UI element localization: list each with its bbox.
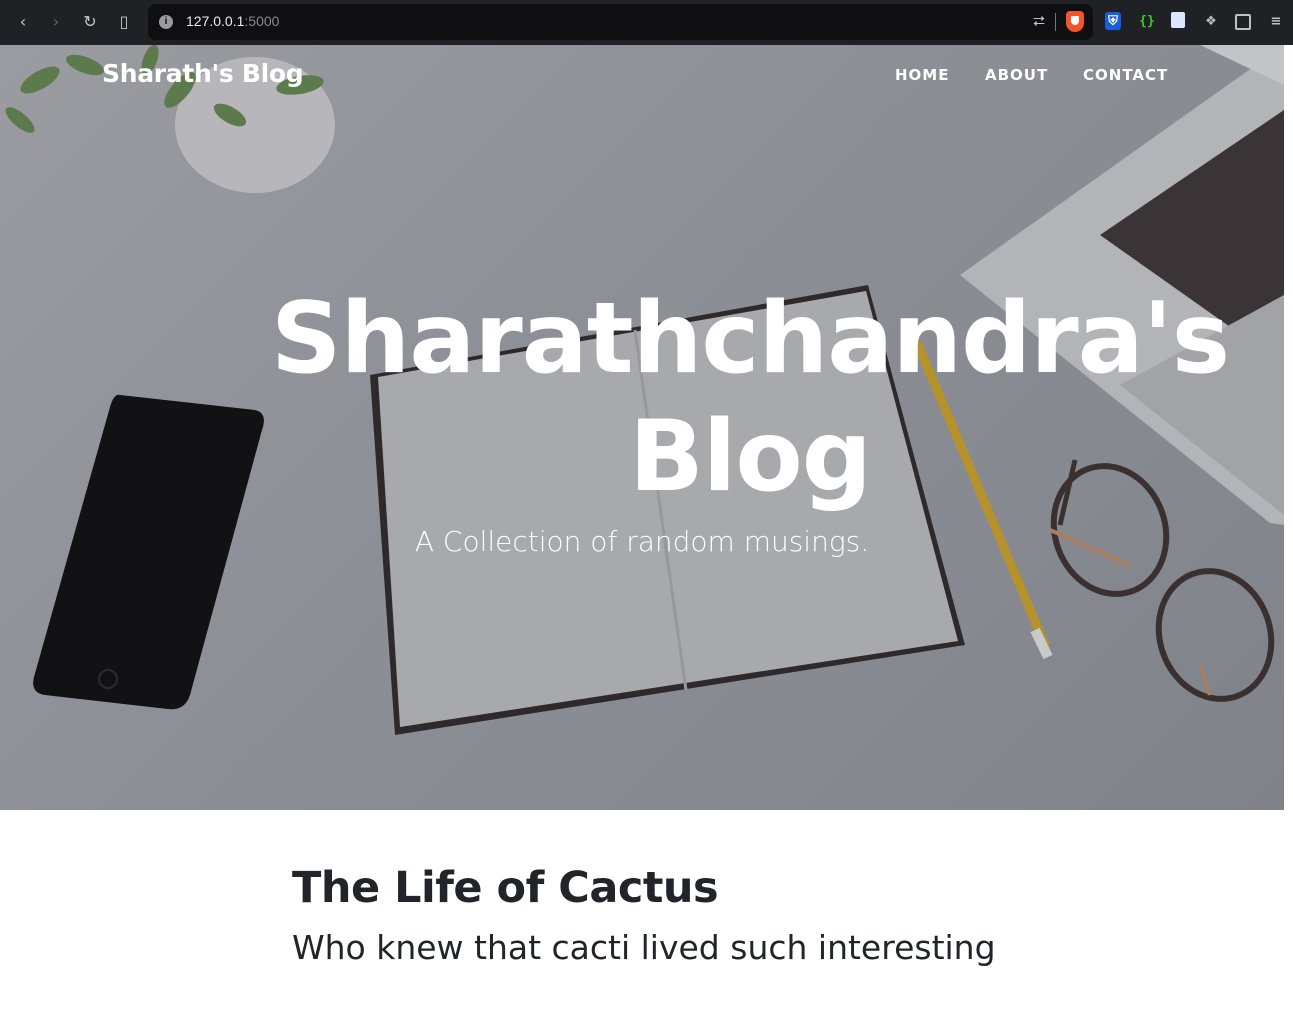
reload-icon[interactable]: ↻ — [79, 11, 101, 33]
reader-extension-icon[interactable] — [1171, 12, 1185, 28]
hero-subheading: A Collection of random musings. — [414, 525, 870, 558]
extensions-puzzle-icon[interactable]: ❖ — [1201, 12, 1221, 32]
sidebar-toggle-icon[interactable] — [1235, 14, 1251, 30]
post-subtitle[interactable]: Who knew that cacti lived such interesti… — [292, 928, 996, 967]
divider — [1055, 13, 1056, 31]
share-icon[interactable]: ⮂ — [1033, 12, 1045, 30]
nav-link-contact[interactable]: CONTACT — [1083, 66, 1168, 84]
hero-header: Sharath's Blog HOME ABOUT CONTACT Sharat… — [0, 45, 1284, 810]
bitwarden-extension-icon[interactable]: ⛨ — [1105, 12, 1121, 30]
address-bar[interactable]: i 127.0.0.1:5000 ⮂ — [148, 4, 1093, 40]
chevron-left-icon[interactable]: ‹ — [12, 11, 34, 33]
chevron-right-icon[interactable]: › — [45, 11, 67, 33]
post-title[interactable]: The Life of Cactus — [292, 863, 719, 913]
browser-toolbar: ‹ › ↻ ▯ i 127.0.0.1:5000 ⮂ ⛨ {} ❖ ≡ — [0, 0, 1293, 45]
url-host: 127.0.0.1 — [186, 13, 245, 29]
brave-shields-icon[interactable] — [1066, 11, 1084, 32]
nav-link-about[interactable]: ABOUT — [985, 66, 1048, 84]
page-viewport: Sharath's Blog HOME ABOUT CONTACT Sharat… — [0, 45, 1284, 1013]
json-extension-icon[interactable]: {} — [1137, 12, 1157, 32]
info-icon[interactable]: i — [159, 15, 173, 29]
hero-heading: Sharathchandra's Blog — [270, 282, 1230, 514]
bookmark-icon[interactable]: ▯ — [113, 11, 135, 33]
url-port: :5000 — [244, 13, 280, 29]
site-brand[interactable]: Sharath's Blog — [102, 59, 304, 88]
url-text[interactable]: 127.0.0.1:5000 — [186, 13, 279, 29]
nav-link-home[interactable]: HOME — [895, 66, 949, 84]
hamburger-menu-icon[interactable]: ≡ — [1266, 12, 1286, 32]
